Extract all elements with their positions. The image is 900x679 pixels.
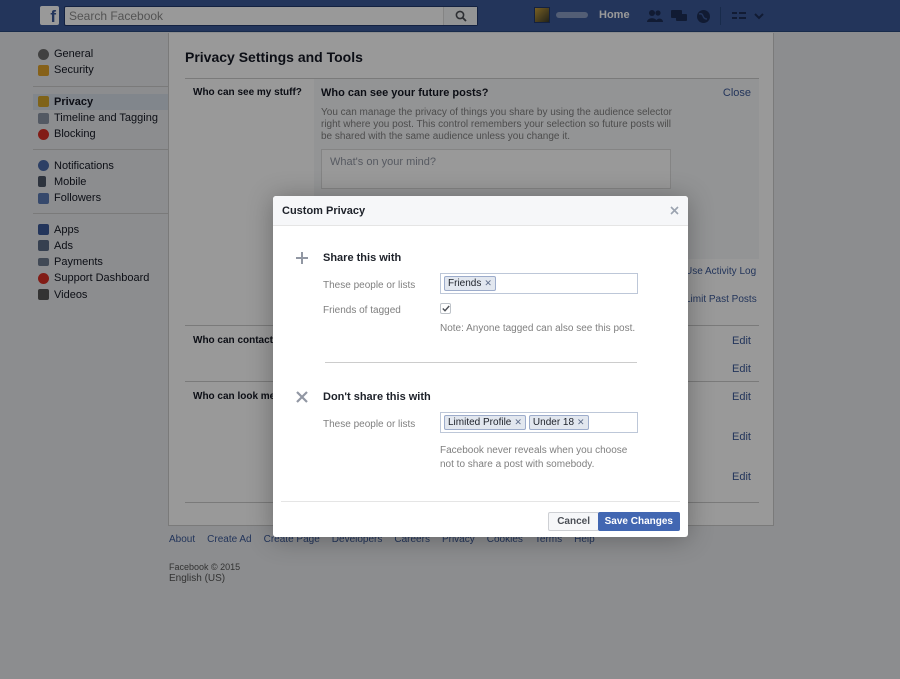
token-under-18: Under 18 ✕ [528,415,589,430]
dont-share-people-input[interactable]: Limited Profile ✕ Under 18 ✕ [440,412,638,433]
share-people-label: These people or lists [323,280,416,291]
close-icon[interactable] [670,203,679,218]
save-changes-button[interactable]: Save Changes [597,512,680,531]
x-icon [296,391,308,403]
dont-share-note: Facebook never reveals when you choose n… [440,445,628,470]
dont-share-heading: Don't share this with [323,391,431,403]
token-friends: Friends ✕ [444,276,496,291]
dialog-header: Custom Privacy [273,196,688,226]
token-limited-profile: Limited Profile ✕ [444,415,526,430]
section-divider [325,362,637,363]
token-label: Friends [448,278,482,289]
cancel-button[interactable]: Cancel [548,512,599,531]
dialog-title: Custom Privacy [282,205,366,217]
friends-of-tagged-checkbox[interactable] [440,303,451,314]
plus-icon [296,252,308,264]
remove-token-icon[interactable]: ✕ [514,417,522,428]
friends-of-tagged-label: Friends of tagged [323,305,401,316]
token-label: Limited Profile [448,417,512,428]
dialog-footer: Cancel Save Changes [281,501,680,537]
remove-token-icon[interactable]: ✕ [484,278,492,289]
checkmark-icon [441,305,450,312]
custom-privacy-dialog: Custom Privacy Share this with These peo… [273,196,688,537]
share-with-heading: Share this with [323,252,402,264]
share-people-input[interactable]: Friends ✕ [440,273,638,294]
tagged-note: Note: Anyone tagged can also see this po… [440,323,636,334]
remove-token-icon[interactable]: ✕ [577,417,585,428]
token-label: Under 18 [532,417,575,428]
dont-share-people-label: These people or lists [323,419,416,430]
